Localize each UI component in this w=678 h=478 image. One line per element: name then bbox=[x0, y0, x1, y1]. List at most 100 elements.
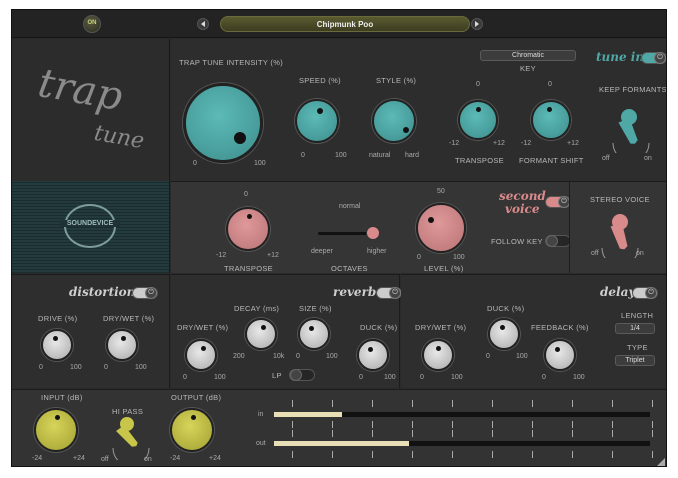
preset-display[interactable]: Chipmunk Poo bbox=[220, 16, 470, 32]
intensity-label: TRAP TUNE INTENSITY (%) bbox=[179, 58, 283, 67]
follow-key-toggle[interactable] bbox=[545, 235, 571, 247]
formant-label: FORMANT SHIFT bbox=[519, 156, 584, 165]
output-label: OUTPUT (dB) bbox=[171, 393, 222, 402]
meter-tick bbox=[532, 400, 533, 407]
meter-tick bbox=[412, 421, 413, 428]
meter-tick bbox=[612, 451, 613, 458]
drive-label: DRIVE (%) bbox=[38, 314, 78, 323]
delay-drywet-min: 0 bbox=[420, 374, 424, 381]
key-dropdown[interactable]: Chromatic bbox=[480, 50, 576, 61]
hp-off: off bbox=[101, 456, 109, 463]
style-knob[interactable] bbox=[372, 99, 416, 143]
transpose-knob[interactable] bbox=[458, 100, 498, 140]
level-knob[interactable] bbox=[416, 203, 466, 253]
reverb-toggle[interactable]: ⏻ bbox=[376, 287, 402, 299]
size-knob[interactable] bbox=[298, 318, 330, 350]
delay-duck-knob[interactable] bbox=[488, 318, 520, 350]
level-min: 0 bbox=[417, 254, 421, 261]
v2-transpose-label: TRANSPOSE bbox=[224, 264, 273, 273]
v2-transpose-max: +12 bbox=[267, 252, 279, 259]
power-icon: ⏻ bbox=[145, 287, 157, 299]
reverb-duck-label: DUCK (%) bbox=[360, 323, 398, 332]
transpose-max: +12 bbox=[493, 140, 505, 147]
hp-on: on bbox=[144, 456, 152, 463]
delay-drywet-knob[interactable] bbox=[422, 339, 454, 371]
octaves-label: OCTAVES bbox=[331, 264, 368, 273]
triangle-left-icon bbox=[201, 21, 205, 27]
v2-transpose-top: 0 bbox=[244, 191, 248, 198]
kf-off: off bbox=[602, 155, 610, 162]
meter-in-fill bbox=[274, 412, 342, 417]
size-label: SIZE (%) bbox=[299, 304, 332, 313]
delay-duck-min: 0 bbox=[486, 353, 490, 360]
drive-min: 0 bbox=[39, 364, 43, 371]
delay-title: delay bbox=[600, 285, 636, 299]
power-icon: ⏻ bbox=[645, 287, 657, 299]
reverb-duck-knob[interactable] bbox=[357, 339, 389, 371]
meter-tick bbox=[372, 451, 373, 458]
decay-max: 10k bbox=[273, 353, 285, 360]
key-label: KEY bbox=[520, 64, 536, 73]
hipass-switch[interactable] bbox=[109, 414, 153, 460]
type-dropdown[interactable]: Triplet bbox=[615, 355, 655, 366]
speed-label: SPEED (%) bbox=[299, 76, 341, 85]
meter-tick bbox=[492, 451, 493, 458]
lp-label: LP bbox=[272, 371, 282, 380]
input-max: +24 bbox=[73, 455, 85, 462]
resize-grip-icon[interactable] bbox=[657, 458, 665, 466]
keep-formants-switch[interactable] bbox=[609, 107, 653, 153]
triangle-right-icon bbox=[475, 21, 479, 27]
second-voice-toggle[interactable]: ⏻ bbox=[545, 196, 571, 208]
meter-tick bbox=[572, 451, 573, 458]
decay-knob[interactable] bbox=[245, 318, 277, 350]
drive-knob[interactable] bbox=[41, 329, 73, 361]
meter-tick bbox=[372, 400, 373, 407]
reverb-duck-min: 0 bbox=[359, 374, 363, 381]
delay-toggle[interactable]: ⏻ bbox=[632, 287, 658, 299]
next-preset-button[interactable] bbox=[471, 18, 483, 30]
meter-tick bbox=[612, 400, 613, 407]
style-pointer bbox=[403, 127, 409, 133]
input-min: -24 bbox=[32, 455, 43, 462]
v2-transpose-min: -12 bbox=[216, 252, 227, 259]
meter-tick bbox=[652, 421, 653, 428]
reverb-panel: reverb ⏻ DRY/WET (%) 0 100 DECAY (ms) 20… bbox=[171, 274, 402, 388]
reverb-drywet-knob[interactable] bbox=[185, 339, 217, 371]
logo-trap: trap bbox=[34, 59, 127, 121]
meter-tick bbox=[332, 400, 333, 407]
octaves-slider-thumb[interactable] bbox=[366, 226, 380, 240]
length-value: 1/4 bbox=[630, 325, 640, 332]
feedback-knob[interactable] bbox=[544, 339, 576, 371]
level-max: 100 bbox=[453, 254, 465, 261]
v2-transpose-pointer bbox=[247, 214, 252, 219]
reverb-duck-pointer bbox=[368, 347, 373, 352]
prev-preset-button[interactable] bbox=[197, 18, 209, 30]
intensity-knob[interactable] bbox=[183, 83, 263, 163]
feedback-min: 0 bbox=[542, 374, 546, 381]
octaves-slider-track[interactable] bbox=[318, 232, 373, 235]
speed-knob[interactable] bbox=[295, 99, 339, 143]
octaves-min: deeper bbox=[311, 248, 333, 255]
keep-formants-label: KEEP FORMANTS bbox=[599, 85, 667, 94]
delay-drywet-max: 100 bbox=[451, 374, 463, 381]
stereo-off: off bbox=[591, 250, 599, 257]
meter-tick bbox=[372, 421, 373, 428]
v2-transpose-knob[interactable] bbox=[226, 207, 270, 251]
distortion-toggle[interactable]: ⏻ bbox=[132, 287, 158, 299]
formant-knob[interactable] bbox=[531, 100, 571, 140]
input-knob[interactable] bbox=[34, 408, 78, 452]
lp-toggle[interactable] bbox=[289, 369, 315, 381]
drive-pointer bbox=[53, 336, 58, 341]
tune-in-toggle[interactable]: ⏻ bbox=[641, 52, 666, 64]
meter-tick bbox=[532, 430, 533, 437]
meter-tick bbox=[412, 451, 413, 458]
delay-duck-pointer bbox=[500, 325, 505, 330]
meter-tick bbox=[532, 421, 533, 428]
power-on-button[interactable]: ON bbox=[83, 15, 101, 33]
output-knob[interactable] bbox=[170, 408, 214, 452]
dist-drywet-knob[interactable] bbox=[106, 329, 138, 361]
feedback-max: 100 bbox=[573, 374, 585, 381]
length-dropdown[interactable]: 1/4 bbox=[615, 323, 655, 334]
style-label: STYLE (%) bbox=[376, 76, 417, 85]
meter-tick bbox=[332, 451, 333, 458]
